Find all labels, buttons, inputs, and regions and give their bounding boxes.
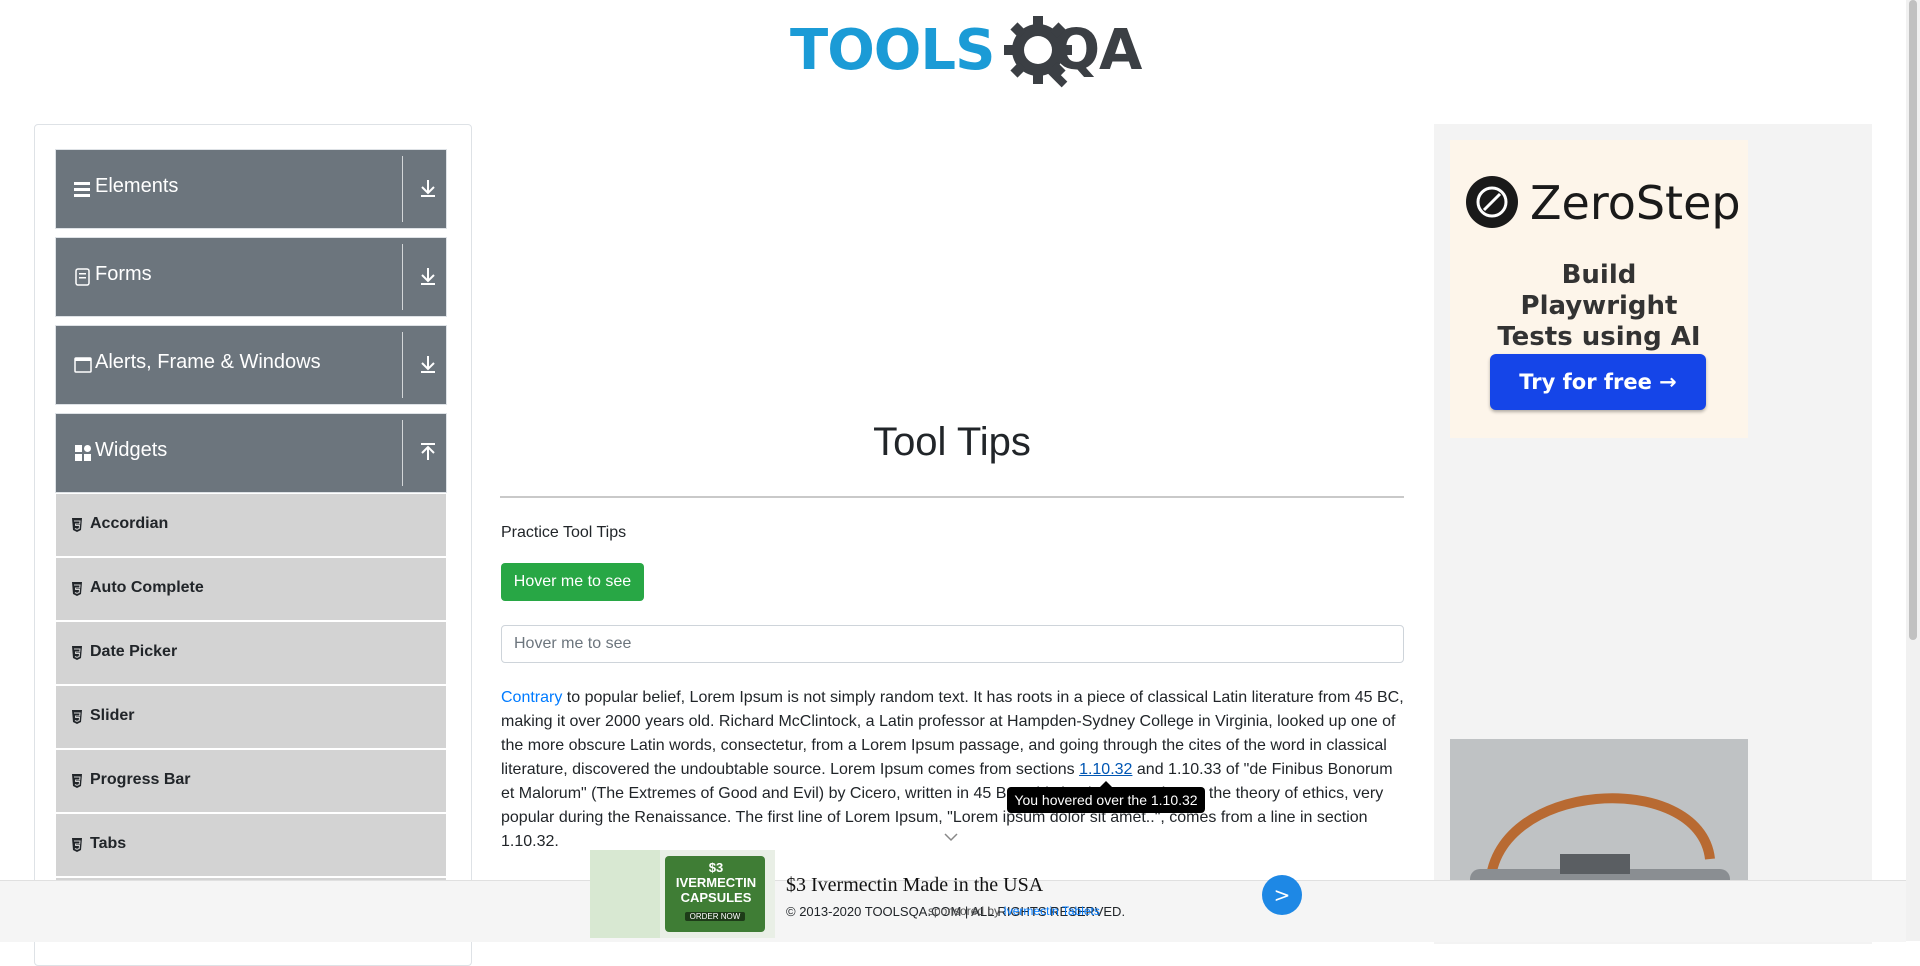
order-now-label: ORDER NOW <box>685 912 745 921</box>
download-arrow-icon <box>421 356 435 373</box>
tooltip-text: You hovered over the 1.10.32 <box>1014 792 1198 808</box>
zerostep-ad[interactable]: ZeroStep Build Playwright Tests using AI… <box>1450 140 1748 438</box>
hover-me-field[interactable] <box>501 625 1404 663</box>
tooltip-arrow <box>1100 781 1112 787</box>
sidebar-group-label: Elements <box>95 175 179 197</box>
logo-text: TOOLS QA <box>790 18 1142 83</box>
sponsor-prefix: sponsored by <box>928 904 1004 918</box>
zerostep-brand: ZeroStep <box>1530 176 1741 230</box>
sidebar-item-tabs[interactable]: Tabs <box>56 814 446 878</box>
window-icon <box>74 357 92 373</box>
lorem-paragraph: Contrary to popular belief, Lorem Ipsum … <box>501 686 1407 854</box>
sidebar: Elements Forms Alerts, Frame & Windows W… <box>34 124 472 966</box>
chevron-down-icon[interactable] <box>944 832 958 842</box>
sidebar-item-progress-bar[interactable]: Progress Bar <box>56 750 446 814</box>
divider <box>402 332 403 398</box>
upload-arrow-icon <box>421 443 435 460</box>
ad-image-text: $3 IVERMECTIN CAPSULES <box>675 860 757 905</box>
scrollbar[interactable] <box>1906 0 1920 941</box>
html5-icon <box>72 774 82 788</box>
zerostep-tagline: Build Playwright Tests using AI <box>1497 260 1701 352</box>
ad-go-button[interactable]: > <box>1262 875 1302 915</box>
sidebar-group-alerts[interactable]: Alerts, Frame & Windows <box>55 325 447 405</box>
sidebar-item-label: Date Picker <box>90 643 178 660</box>
sidebar-item-label: Auto Complete <box>90 579 204 596</box>
sidebar-group-label: Widgets <box>95 439 168 461</box>
sidebar-item-label: Slider <box>90 707 135 724</box>
html5-icon <box>72 518 82 532</box>
sidebar-item-auto-complete[interactable]: Auto Complete <box>56 558 446 622</box>
sidebar-group-elements[interactable]: Elements <box>55 149 447 229</box>
sidebar-item-date-picker[interactable]: Date Picker <box>56 622 446 686</box>
scrollbar-thumb[interactable] <box>1909 0 1917 640</box>
download-arrow-icon <box>421 268 435 285</box>
sidebar-group-widgets[interactable]: Widgets <box>55 413 447 493</box>
html5-icon <box>72 646 82 660</box>
try-for-free-button[interactable]: Try for free → <box>1490 354 1706 410</box>
html5-icon <box>72 710 82 724</box>
sponsor-link[interactable]: Ivermectin Tablets <box>1003 904 1100 918</box>
sidebar-item-accordian[interactable]: Accordian <box>56 494 446 558</box>
divider <box>500 496 1404 498</box>
sidebar-item-label: Tabs <box>90 835 127 852</box>
section-link[interactable]: 1.10.32 <box>1079 761 1132 778</box>
hamburger-icon <box>74 182 90 197</box>
divider <box>402 420 403 486</box>
widgets-icon <box>75 445 91 461</box>
sponsor-text: sponsored by Ivermectin Tablets <box>928 904 1100 918</box>
sidebar-item-label: Progress Bar <box>90 771 191 788</box>
gear-icon <box>1004 16 1072 88</box>
sidebar-item-slider[interactable]: Slider <box>56 686 446 750</box>
clipboard-icon <box>75 268 90 286</box>
zerostep-logo-icon <box>1466 176 1518 228</box>
sidebar-item-label: Accordian <box>90 515 169 532</box>
page-title: Tool Tips <box>873 420 1031 464</box>
ivermectin-ad-image[interactable]: $3 IVERMECTIN CAPSULES ORDER NOW <box>590 850 775 938</box>
html5-icon <box>72 838 82 852</box>
toolsqa-logo[interactable]: TOOLS QA <box>790 14 1142 90</box>
divider <box>402 156 403 222</box>
practice-label: Practice Tool Tips <box>501 524 627 541</box>
sidebar-group-forms[interactable]: Forms <box>55 237 447 317</box>
header: TOOLS QA <box>0 0 1906 100</box>
html5-icon <box>72 582 82 596</box>
divider <box>402 244 403 310</box>
tooltip: You hovered over the 1.10.32 <box>1007 781 1205 813</box>
ad-headline[interactable]: $3 Ivermectin Made in the USA <box>786 874 1043 897</box>
sidebar-group-label: Alerts, Frame & Windows <box>95 351 321 373</box>
sidebar-group-label: Forms <box>95 263 152 285</box>
hover-me-button[interactable]: Hover me to see <box>501 563 644 601</box>
download-arrow-icon <box>421 180 435 197</box>
contrary-link[interactable]: Contrary <box>501 689 562 706</box>
main-ad-slot <box>500 124 1404 374</box>
